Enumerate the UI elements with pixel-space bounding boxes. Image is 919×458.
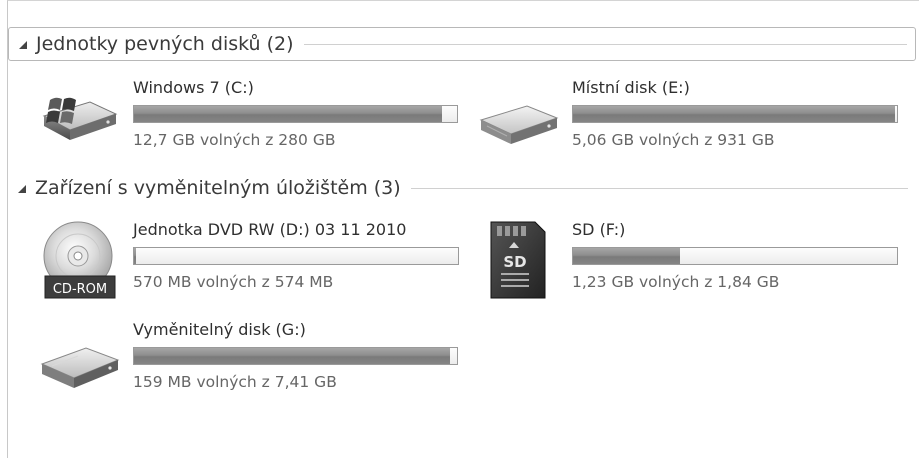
drive-item-d[interactable]: CD-ROM Jednotka DVD RW (D:) 03 11 2010 5… bbox=[38, 218, 459, 304]
windows-hard-drive-icon bbox=[42, 97, 118, 140]
drive-name: Jednotka DVD RW (D:) 03 11 2010 bbox=[133, 220, 407, 239]
drive-free-space: 5,06 GB volných z 931 GB bbox=[572, 131, 775, 149]
sd-card-icon: SD bbox=[490, 221, 546, 299]
drive-item-g[interactable]: Vyměnitelný disk (G:) 159 MB volných z 7… bbox=[38, 318, 458, 404]
hard-drive-icon bbox=[479, 105, 559, 144]
drive-item-f[interactable]: SD SD (F:) 1,23 GB volných z 1,84 GB bbox=[477, 218, 907, 304]
group-title: Zařízení s vyměnitelným úložištěm (3) bbox=[35, 177, 401, 199]
drive-item-c[interactable]: Windows 7 (C:) 12,7 GB volných z 280 GB bbox=[38, 76, 458, 162]
drive-usage-bar bbox=[572, 105, 898, 123]
drive-free-space: 159 MB volných z 7,41 GB bbox=[133, 373, 337, 391]
drive-usage-fill bbox=[134, 248, 137, 264]
drive-usage-bar bbox=[133, 247, 459, 265]
collapse-triangle-icon[interactable] bbox=[18, 185, 26, 193]
drive-usage-fill bbox=[134, 106, 443, 122]
group-title: Jednotky pevných disků (2) bbox=[36, 33, 294, 55]
drive-name: SD (F:) bbox=[572, 220, 626, 239]
drive-usage-bar bbox=[133, 105, 458, 123]
group-header-hard-drives[interactable]: Jednotky pevných disků (2) bbox=[8, 27, 916, 61]
drive-usage-fill bbox=[573, 248, 680, 264]
drive-free-space: 570 MB volných z 574 MB bbox=[133, 273, 334, 291]
drive-item-e[interactable]: Místní disk (E:) 5,06 GB volných z 931 G… bbox=[477, 76, 907, 162]
cd-rom-icon-label: CD-ROM bbox=[53, 282, 107, 297]
drive-name: Místní disk (E:) bbox=[572, 78, 690, 97]
group-divider bbox=[410, 187, 908, 189]
group-header-removable-storage[interactable]: Zařízení s vyměnitelným úložištěm (3) bbox=[18, 171, 916, 205]
drive-name: Vyměnitelný disk (G:) bbox=[133, 320, 306, 339]
drive-free-space: 12,7 GB volných z 280 GB bbox=[133, 131, 336, 149]
collapse-triangle-icon[interactable] bbox=[19, 41, 27, 49]
sd-card-icon-label: SD bbox=[503, 253, 526, 271]
drive-free-space: 1,23 GB volných z 1,84 GB bbox=[572, 273, 780, 291]
drive-usage-fill bbox=[573, 106, 896, 122]
removable-disk-icon bbox=[40, 347, 120, 388]
cd-rom-icon: CD-ROM bbox=[43, 221, 116, 299]
group-divider bbox=[303, 43, 907, 45]
drive-usage-fill bbox=[134, 348, 451, 364]
drive-usage-bar bbox=[572, 247, 898, 265]
drive-usage-bar bbox=[133, 347, 458, 365]
drive-name: Windows 7 (C:) bbox=[133, 78, 254, 97]
